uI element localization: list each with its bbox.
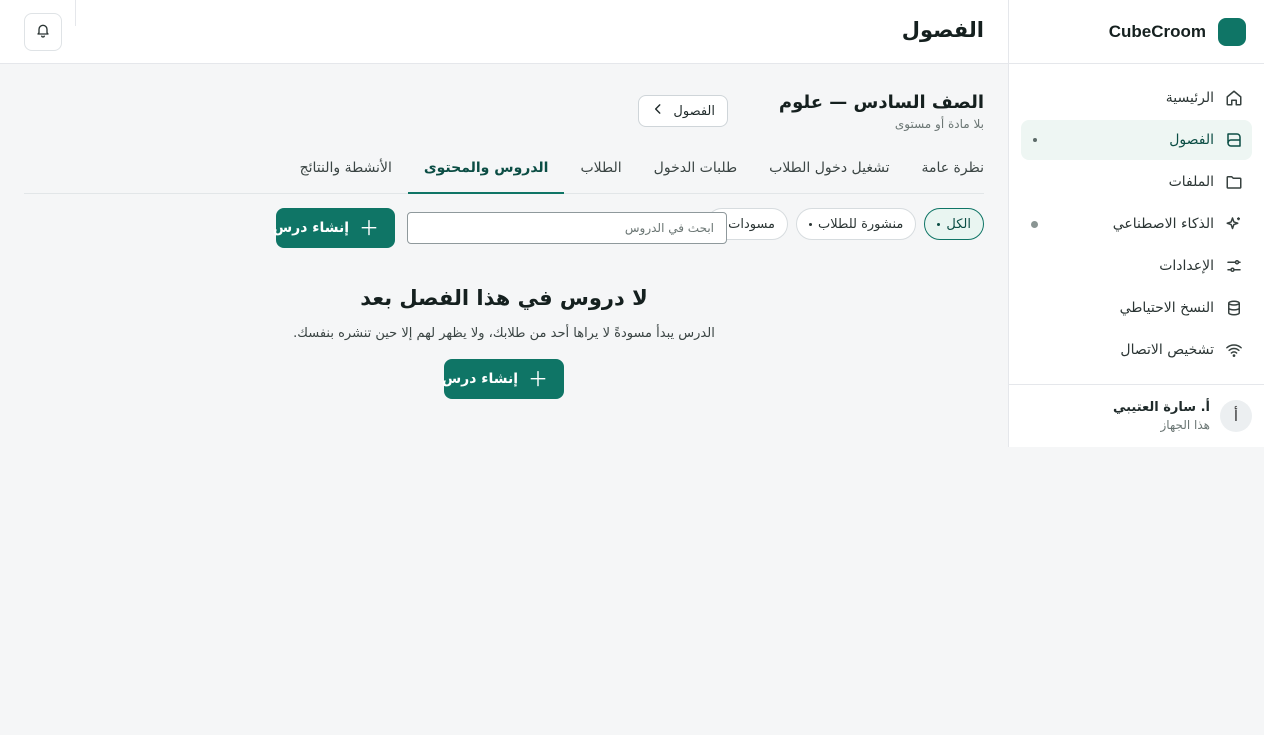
class-subtitle: بلا مادة أو مستوى [894,117,984,131]
sidebar-item-backup[interactable]: النسخ الاحتياطي [1021,288,1252,328]
filter-published[interactable]: منشورة للطلاب [796,208,917,240]
plus-icon: ＋ [359,216,379,240]
sidebar-item-classes[interactable]: الفصول [1021,120,1252,160]
empty-state-title: لا دروس في هذا الفصل بعد [360,286,648,310]
tab-lessons[interactable]: الدروس والمحتوى [407,148,565,194]
create-lesson-button[interactable]: ＋ إنشاء درس [272,208,395,248]
brand-name: CubeCroom [1108,21,1206,41]
notifications-button[interactable] [24,13,62,51]
button-label: إنشاء درس [272,220,349,236]
tab-activities[interactable]: الأنشطة والنتائج [284,148,408,193]
filter-label: الكل [946,216,971,232]
sliders-icon [1224,256,1244,276]
book-icon [1224,130,1244,150]
page-title: الفصول [901,18,984,42]
sidebar-item-label: الملفات [1168,174,1214,190]
main-content: الصف السادس — علوم بلا مادة أو مستوى الف… [0,64,1008,735]
filter-label: مسودات [728,216,776,232]
class-tabs: نظرة عامة تشغيل دخول الطلاب طلبات الدخول… [24,148,984,194]
sidebar-nav: الرئيسية الفصول الملفات الذكاء الاصطناعي [1009,64,1264,370]
notification-dot [1031,221,1038,228]
sidebar-item-label: الرئيسية [1165,90,1214,106]
wifi-icon [1224,340,1244,360]
user-profile[interactable]: أ أ. سارة العتيبي هذا الجهاز [1009,384,1264,447]
brand: CubeCroom [1009,0,1264,64]
empty-state: لا دروس في هذا الفصل بعد الدرس يبدأ مسود… [0,286,1008,341]
plus-icon: ＋ [528,367,548,391]
sidebar-item-connection[interactable]: تشخيص الاتصال [1021,330,1252,370]
tab-join-requests[interactable]: طلبات الدخول [638,148,753,193]
bell-icon [35,22,51,42]
sidebar-item-settings[interactable]: الإعدادات [1021,246,1252,286]
lesson-filters: الكل منشورة للطلاب مسودات [706,208,984,240]
avatar: أ [1220,400,1252,432]
back-label: الفصول [673,103,715,119]
brand-logo [1218,17,1246,46]
create-lesson-empty-button[interactable]: ＋ إنشاء درس [441,359,564,399]
home-icon [1224,88,1244,108]
sidebar-item-label: الفصول [1169,132,1214,148]
filter-all[interactable]: الكل [924,208,984,240]
sidebar-item-label: تشخيص الاتصال [1120,342,1214,358]
user-name: أ. سارة العتيبي [1112,400,1210,415]
topbar: الفصول [0,0,1008,64]
back-to-classes-button[interactable]: الفصول [638,95,728,127]
divider [75,0,76,26]
tab-overview[interactable]: نظرة عامة [905,148,984,193]
button-label: إنشاء درس [441,371,518,387]
user-info: أ. سارة العتيبي هذا الجهاز [1113,400,1210,432]
tab-students[interactable]: الطلاب [564,148,637,193]
active-indicator-dot [1033,138,1037,142]
sidebar-item-label: الإعدادات [1159,258,1214,274]
sidebar-item-ai[interactable]: الذكاء الاصطناعي [1021,204,1252,244]
sidebar-item-label: النسخ الاحتياطي [1119,300,1214,316]
filter-count-dot [937,222,941,226]
sidebar-item-files[interactable]: الملفات [1021,162,1252,202]
class-title: الصف السادس — علوم [778,92,984,113]
folder-icon [1224,172,1244,192]
search-input[interactable] [407,212,727,244]
user-device: هذا الجهاز [1160,418,1211,432]
database-icon [1224,298,1244,318]
tab-student-login[interactable]: تشغيل دخول الطلاب [753,148,905,193]
sidebar-item-label: الذكاء الاصطناعي [1112,216,1214,232]
filter-label: منشورة للطلاب [818,216,904,232]
chevron-left-icon [651,102,665,120]
sidebar-item-home[interactable]: الرئيسية [1021,78,1252,118]
sparkles-icon [1224,214,1244,234]
filter-count-dot [809,222,813,226]
sidebar: CubeCroom الرئيسية الفصول الملفات الذكاء… [1008,0,1264,447]
empty-state-description: الدرس يبدأ مسودةً لا يراها أحد من طلابك،… [293,326,715,341]
